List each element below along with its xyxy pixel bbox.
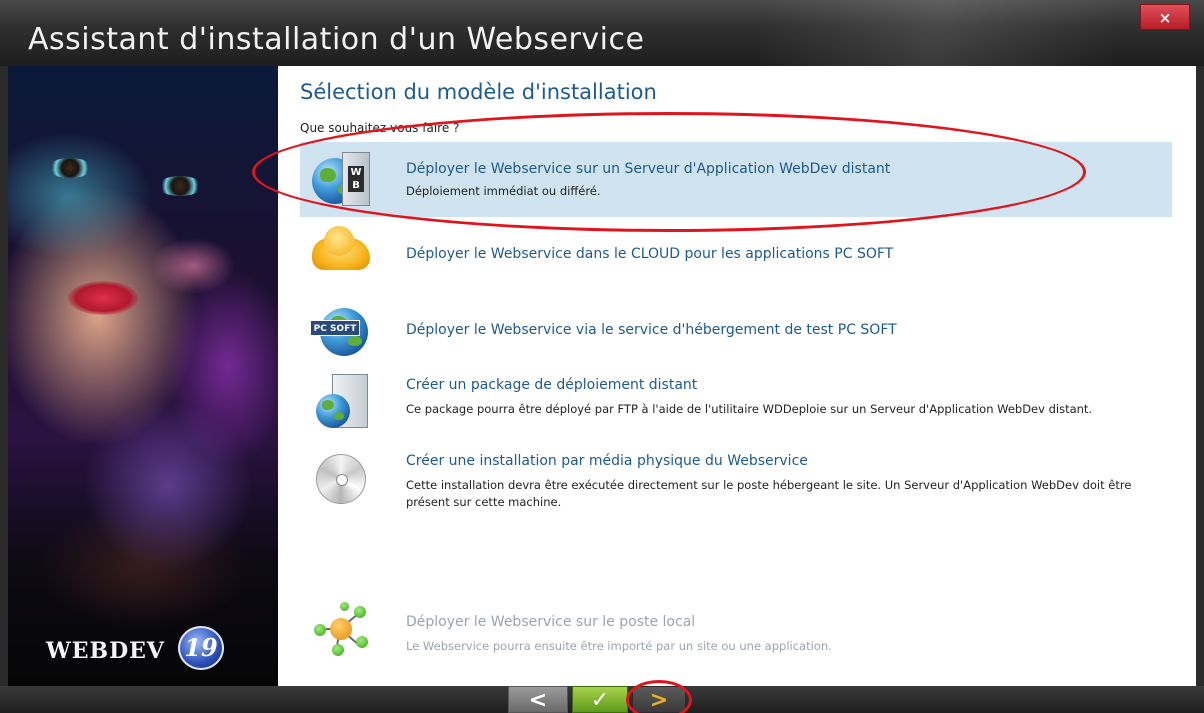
option-description: Ce package pourra être déployé par FTP à… xyxy=(406,402,1093,416)
network-nodes-icon xyxy=(310,602,372,658)
option-title[interactable]: Déployer le Webservice via le service d'… xyxy=(406,322,897,338)
pcsoft-globe-icon: PC SOFT xyxy=(310,302,372,358)
option-description: Le Webservice pourra ensuite être import… xyxy=(406,639,832,653)
globe-server-wb-icon: WB xyxy=(310,150,372,206)
option-create-remote-package[interactable]: Créer un package de déploiement distant … xyxy=(300,368,1172,442)
side-banner-image: WEBDEV 19 xyxy=(8,66,278,686)
chevron-left-icon[interactable]: < xyxy=(529,688,547,713)
pcsoft-badge: PC SOFT xyxy=(310,320,360,336)
option-title[interactable]: Créer un package de déploiement distant xyxy=(406,377,697,393)
wizard-content: Sélection du modèle d'installation Que s… xyxy=(278,66,1196,686)
option-description: Déploiement immédiat ou différé. xyxy=(406,184,601,198)
close-icon[interactable]: × xyxy=(1159,9,1172,27)
next-button[interactable]: > xyxy=(632,686,686,713)
option-title[interactable]: Créer une installation par média physiqu… xyxy=(406,453,808,469)
webdev-logo-text: WEBDEV xyxy=(46,638,165,664)
checkmark-icon[interactable]: ✓ xyxy=(591,688,609,713)
banner-eye-right xyxy=(158,176,202,196)
option-deploy-cloud[interactable]: Déployer le Webservice dans le CLOUD pou… xyxy=(300,222,1172,286)
question-label: Que souhaitez-vous faire ? xyxy=(300,121,460,135)
chevron-right-icon[interactable]: > xyxy=(650,688,668,713)
webdev-logo: WEBDEV 19 xyxy=(30,626,260,670)
banner-lips xyxy=(68,281,138,315)
option-description: Cette installation devra être exécutée d… xyxy=(406,478,1132,509)
option-title[interactable]: Déployer le Webservice sur un Serveur d'… xyxy=(406,161,890,177)
back-button[interactable]: < xyxy=(508,686,568,713)
option-title: Déployer le Webservice sur le poste loca… xyxy=(406,614,696,630)
finish-button[interactable]: ✓ xyxy=(572,686,628,713)
cd-icon xyxy=(310,450,372,506)
option-create-physical-media[interactable]: Créer une installation par média physiqu… xyxy=(300,448,1172,522)
title-bar[interactable]: Assistant d'installation d'un Webservice… xyxy=(0,0,1204,66)
installer-window: Assistant d'installation d'un Webservice… xyxy=(0,0,1204,713)
cloud-icon xyxy=(310,226,372,284)
banner-eye-left xyxy=(48,158,92,178)
option-deploy-local: Déployer le Webservice sur le poste loca… xyxy=(300,602,1172,658)
navigation-bar: < ✓ > xyxy=(0,680,1204,713)
option-deploy-test-hosting[interactable]: PC SOFT Déployer le Webservice via le se… xyxy=(300,298,1172,364)
window-title: Assistant d'installation d'un Webservice xyxy=(28,22,645,57)
version-badge: 19 xyxy=(178,626,224,670)
page-title: Sélection du modèle d'installation xyxy=(300,80,657,104)
close-button[interactable]: × xyxy=(1140,4,1190,30)
option-title[interactable]: Déployer le Webservice dans le CLOUD pou… xyxy=(406,246,893,262)
title-bar-sheen xyxy=(760,0,1204,66)
package-globe-icon xyxy=(310,372,372,428)
option-deploy-remote-server[interactable]: WB Déployer le Webservice sur un Serveur… xyxy=(300,142,1172,217)
